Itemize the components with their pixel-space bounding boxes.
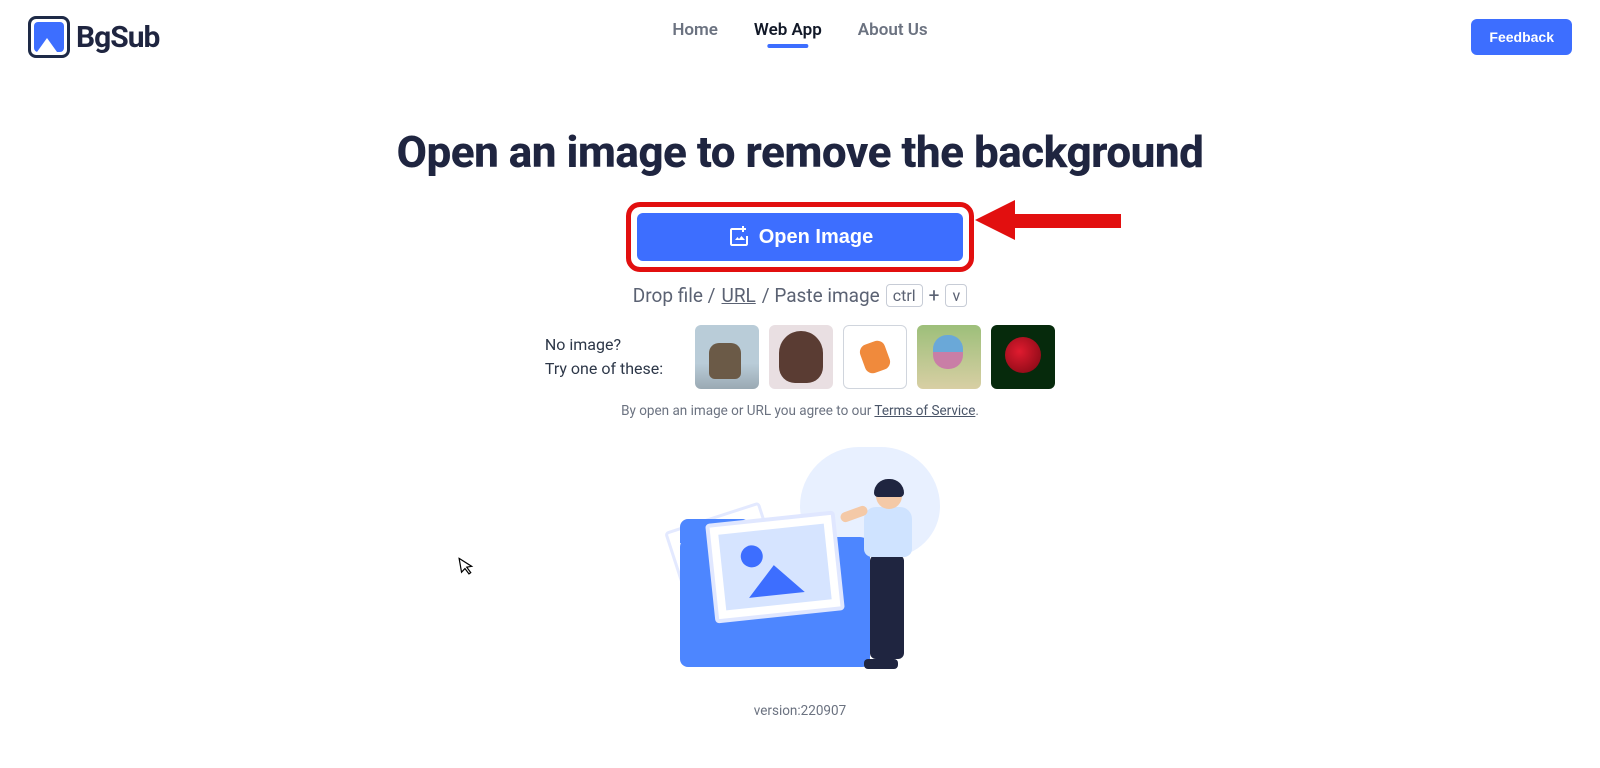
tos-prefix: By open an image or URL you agree to our (621, 403, 874, 419)
nav-home[interactable]: Home (672, 20, 718, 46)
logo[interactable]: BgSub (28, 16, 159, 58)
sample-thumb-woman[interactable] (769, 325, 833, 389)
drop-instructions: Drop file / URL / Paste image ctrl + v (0, 284, 1600, 307)
samples-prompt: No image? Try one of these: (545, 333, 663, 381)
kbd-ctrl: ctrl (886, 284, 923, 307)
sample-thumb-orange[interactable] (843, 325, 907, 389)
logo-icon (28, 16, 70, 58)
version-label: version:220907 (0, 703, 1600, 719)
sample-thumbnails (695, 325, 1055, 389)
tos-suffix: . (975, 403, 979, 419)
main-nav: Home Web App About Us (672, 20, 927, 46)
logo-text: BgSub (76, 20, 159, 55)
drop-prefix: Drop file / (633, 284, 716, 307)
open-image-button[interactable]: Open Image (637, 213, 963, 261)
samples-line2: Try one of these: (545, 357, 663, 381)
open-image-highlight: Open Image (626, 202, 974, 272)
url-link[interactable]: URL (722, 284, 756, 307)
open-image-label: Open Image (759, 226, 873, 249)
terms-notice: By open an image or URL you agree to our… (0, 403, 1600, 419)
nav-web-app[interactable]: Web App (754, 20, 822, 46)
page-title: Open an image to remove the background (0, 126, 1600, 178)
image-plus-icon (727, 225, 751, 249)
hero-illustration (650, 447, 950, 677)
kbd-v: v (945, 284, 967, 307)
nav-about-us[interactable]: About Us (858, 20, 928, 46)
feedback-button[interactable]: Feedback (1471, 19, 1572, 55)
terms-link[interactable]: Terms of Service (874, 403, 975, 419)
drop-mid: / Paste image (762, 284, 880, 307)
sample-thumb-rose[interactable] (991, 325, 1055, 389)
kbd-plus: + (929, 284, 940, 307)
samples-line1: No image? (545, 333, 663, 357)
sample-thumb-bird[interactable] (917, 325, 981, 389)
sample-thumb-couple[interactable] (695, 325, 759, 389)
